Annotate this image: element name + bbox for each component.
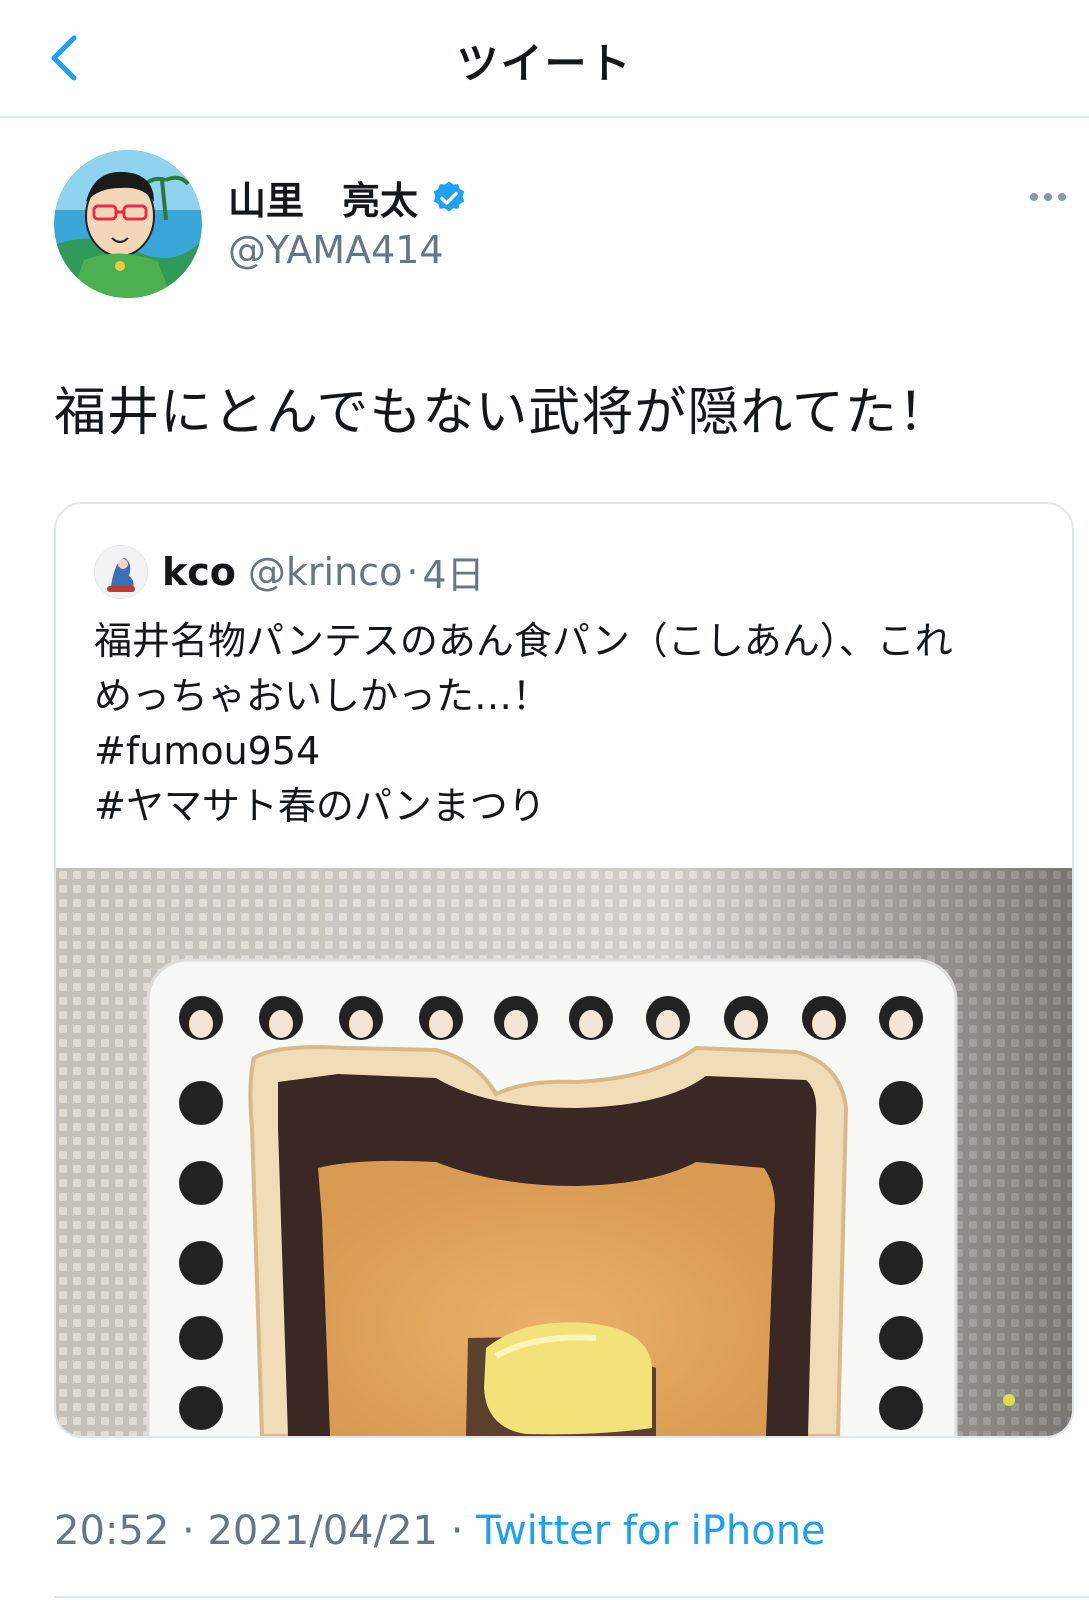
tweet-time: 20:52 bbox=[54, 1508, 170, 1554]
quoted-tweet-time: 4日 bbox=[422, 553, 485, 597]
quoted-author-handle[interactable]: @krinco bbox=[248, 550, 402, 594]
quoted-tweet-card[interactable]: kco @krinco · 4日 福井名物パンテスのあん食パン（こしあん）、これ… bbox=[54, 502, 1074, 1438]
author-name-row[interactable]: 山里 亮太 bbox=[228, 170, 468, 225]
meta-separator: · bbox=[169, 1508, 208, 1554]
tweet-meta: 20:52 · 2021/04/21 · Twitter for iPhone bbox=[54, 1508, 826, 1554]
quoted-text-line: 福井名物パンテスのあん食パン（こしあん）、これ bbox=[94, 619, 953, 663]
tweet-text: 福井にとんでもない武将が隠れてた！ bbox=[54, 383, 951, 443]
source-link[interactable]: Twitter for iPhone bbox=[476, 1508, 826, 1554]
quoted-author-name[interactable]: kco bbox=[162, 550, 236, 594]
hashtag-link[interactable]: #fumou954 bbox=[94, 724, 1044, 779]
quoted-author-avatar[interactable] bbox=[94, 544, 148, 599]
author-name[interactable]: 山里 亮太 bbox=[228, 170, 418, 225]
divider bbox=[54, 1596, 1089, 1598]
quoted-tweet-photo[interactable] bbox=[56, 868, 1072, 1436]
quoted-tweet-text: 福井名物パンテスのあん食パン（こしあん）、これ めっちゃおいしかった…！ #fu… bbox=[94, 614, 1044, 834]
quoted-text-line: めっちゃおいしかった…！ bbox=[94, 674, 551, 718]
author-handle[interactable]: @YAMA414 bbox=[228, 228, 444, 272]
author-avatar[interactable] bbox=[54, 150, 202, 298]
quoted-tweet-header: kco @krinco · 4日 bbox=[94, 544, 485, 599]
separator-dot: · bbox=[406, 549, 419, 594]
hashtag-link[interactable]: #ヤマサト春のパンまつり bbox=[94, 779, 1044, 834]
top-nav-bar: ツイート bbox=[0, 0, 1089, 118]
more-horizontal-icon[interactable] bbox=[1028, 182, 1068, 212]
page-title: ツイート bbox=[456, 39, 633, 88]
tweet-date: 2021/04/21 bbox=[207, 1508, 438, 1554]
verified-badge-icon bbox=[433, 180, 465, 211]
meta-separator: · bbox=[437, 1508, 477, 1554]
